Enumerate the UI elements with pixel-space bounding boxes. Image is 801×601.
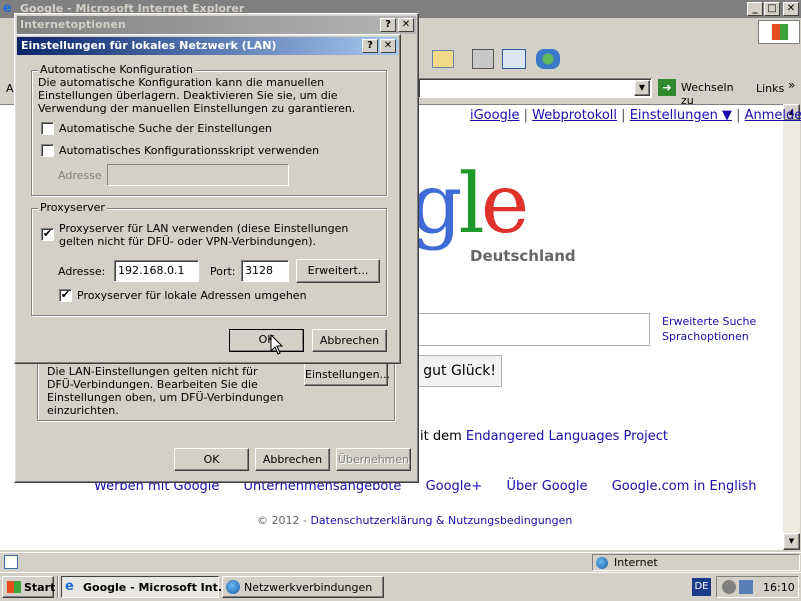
tray-network-icon[interactable] [739,580,753,594]
print-icon[interactable] [472,49,494,69]
minimize-button[interactable]: _ [747,2,763,16]
igoogle-link[interactable]: iGoogle [470,108,519,123]
tray-volume-icon[interactable] [722,580,736,594]
advanced-search-link[interactable]: Erweiterte Suche [662,315,756,328]
start-button[interactable]: Start [2,576,56,598]
language-options-link[interactable]: Sprachoptionen [662,330,749,343]
windows-flag-icon [772,24,788,40]
auto-detect-checkbox[interactable] [41,122,54,135]
taskbar-item-network[interactable]: Netzwerkverbindungen [222,576,384,598]
internet-options-close-button[interactable]: ✕ [398,18,414,32]
search-input[interactable] [400,313,650,346]
vertical-scrollbar[interactable]: ▲ ▼ [783,104,800,550]
lan-dialog-titlebar: Einstellungen für lokales Netzwerk (LAN)… [17,37,398,55]
internet-options-help-button[interactable]: ? [380,18,396,32]
auto-script-label: Automatisches Konfigurationsskript verwe… [59,144,320,157]
go-arrow-icon: ➜ [658,79,676,96]
lan-dialog-close-button[interactable]: ✕ [380,39,396,53]
google-logo: gle [410,157,529,252]
taskbar-network-icon [226,580,240,594]
clock[interactable]: 16:10 [763,581,795,594]
port-label: Port: [210,265,236,278]
google-country: Deutschland [470,247,576,265]
footer-googleplus-link[interactable]: Google+ [426,479,483,494]
endangered-languages-link[interactable]: Endangered Languages Project [466,429,668,444]
lan-dialog-title: Einstellungen für lokales Netzwerk (LAN) [21,39,277,52]
proxy-use-label: Proxyserver für LAN verwenden (diese Ein… [59,222,349,248]
proxy-group-title: Proxyserver [38,201,107,214]
status-page-icon [4,555,18,569]
einstellungen-link[interactable]: Einstellungen ▼ [630,108,732,123]
proxy-address-value: 192.168.0.1 [118,264,185,277]
status-bar: Internet [0,552,801,571]
auto-detect-label: Automatische Suche der Einstellungen [59,122,272,135]
anmelden-link[interactable]: Anmelden [745,108,801,123]
taskbar-separator [57,576,59,598]
script-address-label: Adresse [58,169,102,182]
script-address-input [107,164,289,186]
address-dropdown-button[interactable]: ▼ [634,80,650,96]
lan-ok-button[interactable]: OK [229,329,304,352]
auto-config-description: Die automatische Konfiguration kann die … [38,76,356,115]
internet-options-cancel-button[interactable]: Abbrechen [255,448,330,471]
taskbar-item-google-label: Google - Microsoft Int... [83,581,231,594]
port-value: 3128 [245,264,273,277]
system-tray: 16:10 [716,576,799,598]
promo-line: it dem Endangered Languages Project [420,429,668,444]
go-button[interactable]: ➜ Wechseln zu [658,78,748,107]
lan-dialog-help-button[interactable]: ? [362,39,378,53]
proxy-group: Proxyserver ✔ Proxyserver für LAN verwen… [31,201,387,316]
start-windows-icon [7,581,21,593]
status-zone-panel: Internet [592,554,800,571]
windows-logo [758,20,800,44]
copyright-text: © 2012 - [257,514,311,527]
webprotokoll-link[interactable]: Webprotokoll [532,108,617,123]
start-label: Start [24,581,56,594]
auto-config-group-title: Automatische Konfiguration [38,63,195,76]
links-label[interactable]: Links [756,82,784,95]
taskbar: Start e Google - Microsoft Int... Netzwe… [0,572,801,601]
internet-options-title: Internetoptionen [20,18,126,31]
taskbar-item-network-label: Netzwerkverbindungen [244,581,373,594]
auto-script-checkbox[interactable] [41,144,54,157]
google-top-links: iGoogle | Webprotokoll | Einstellungen ▼… [470,108,801,123]
proxy-use-checkbox[interactable]: ✔ [41,228,54,241]
internet-options-apply-button[interactable]: Übernehmen [336,448,411,471]
edit-icon[interactable] [502,49,526,69]
messenger-icon[interactable] [536,49,560,69]
links-chevron-icon[interactable]: » [788,78,795,92]
status-zone-label: Internet [614,556,658,569]
proxy-address-label: Adresse: [58,265,106,278]
taskbar-ie-icon: e [65,579,74,594]
copyright-line: © 2012 - Datenschutzerklärung & Nutzungs… [257,514,572,527]
lan-settings-button[interactable]: Einstellungen... [304,363,390,386]
scroll-down-button[interactable]: ▼ [783,533,800,550]
mouse-cursor-icon [270,334,284,355]
footer-ueber-link[interactable]: Über Google [506,479,587,494]
internet-options-ok-button[interactable]: OK [174,448,249,471]
footer-english-link[interactable]: Google.com in English [612,479,757,494]
language-indicator[interactable]: DE [692,578,711,596]
bypass-local-checkbox[interactable]: ✔ [59,289,72,302]
address-input[interactable] [418,78,652,98]
address-label: A [6,82,14,95]
lan-cancel-button[interactable]: Abbrechen [312,329,387,352]
promo-prefix: it dem [420,429,466,444]
internet-options-titlebar: Internetoptionen ? ✕ [17,16,416,34]
taskbar-item-google[interactable]: e Google - Microsoft Int... [61,576,230,598]
lan-settings-text: Die LAN-Einstellungen gelten nicht für D… [47,365,284,417]
port-input[interactable]: 3128 [241,260,289,282]
privacy-link[interactable]: Datenschutzerklärung & Nutzungsbedingung… [310,514,572,527]
maximize-button[interactable]: □ [764,2,780,16]
mail-icon[interactable] [432,50,454,68]
bypass-local-label: Proxyserver für lokale Adressen umgehen [77,289,307,302]
auto-config-group: Automatische Konfiguration Die automatis… [31,63,387,196]
advanced-button[interactable]: Erweitert... [296,259,380,283]
lan-settings-dialog: Einstellungen für lokales Netzwerk (LAN)… [14,34,401,364]
globe-icon [596,557,608,569]
close-button[interactable]: ✕ [783,2,799,16]
proxy-address-input[interactable]: 192.168.0.1 [114,260,199,282]
